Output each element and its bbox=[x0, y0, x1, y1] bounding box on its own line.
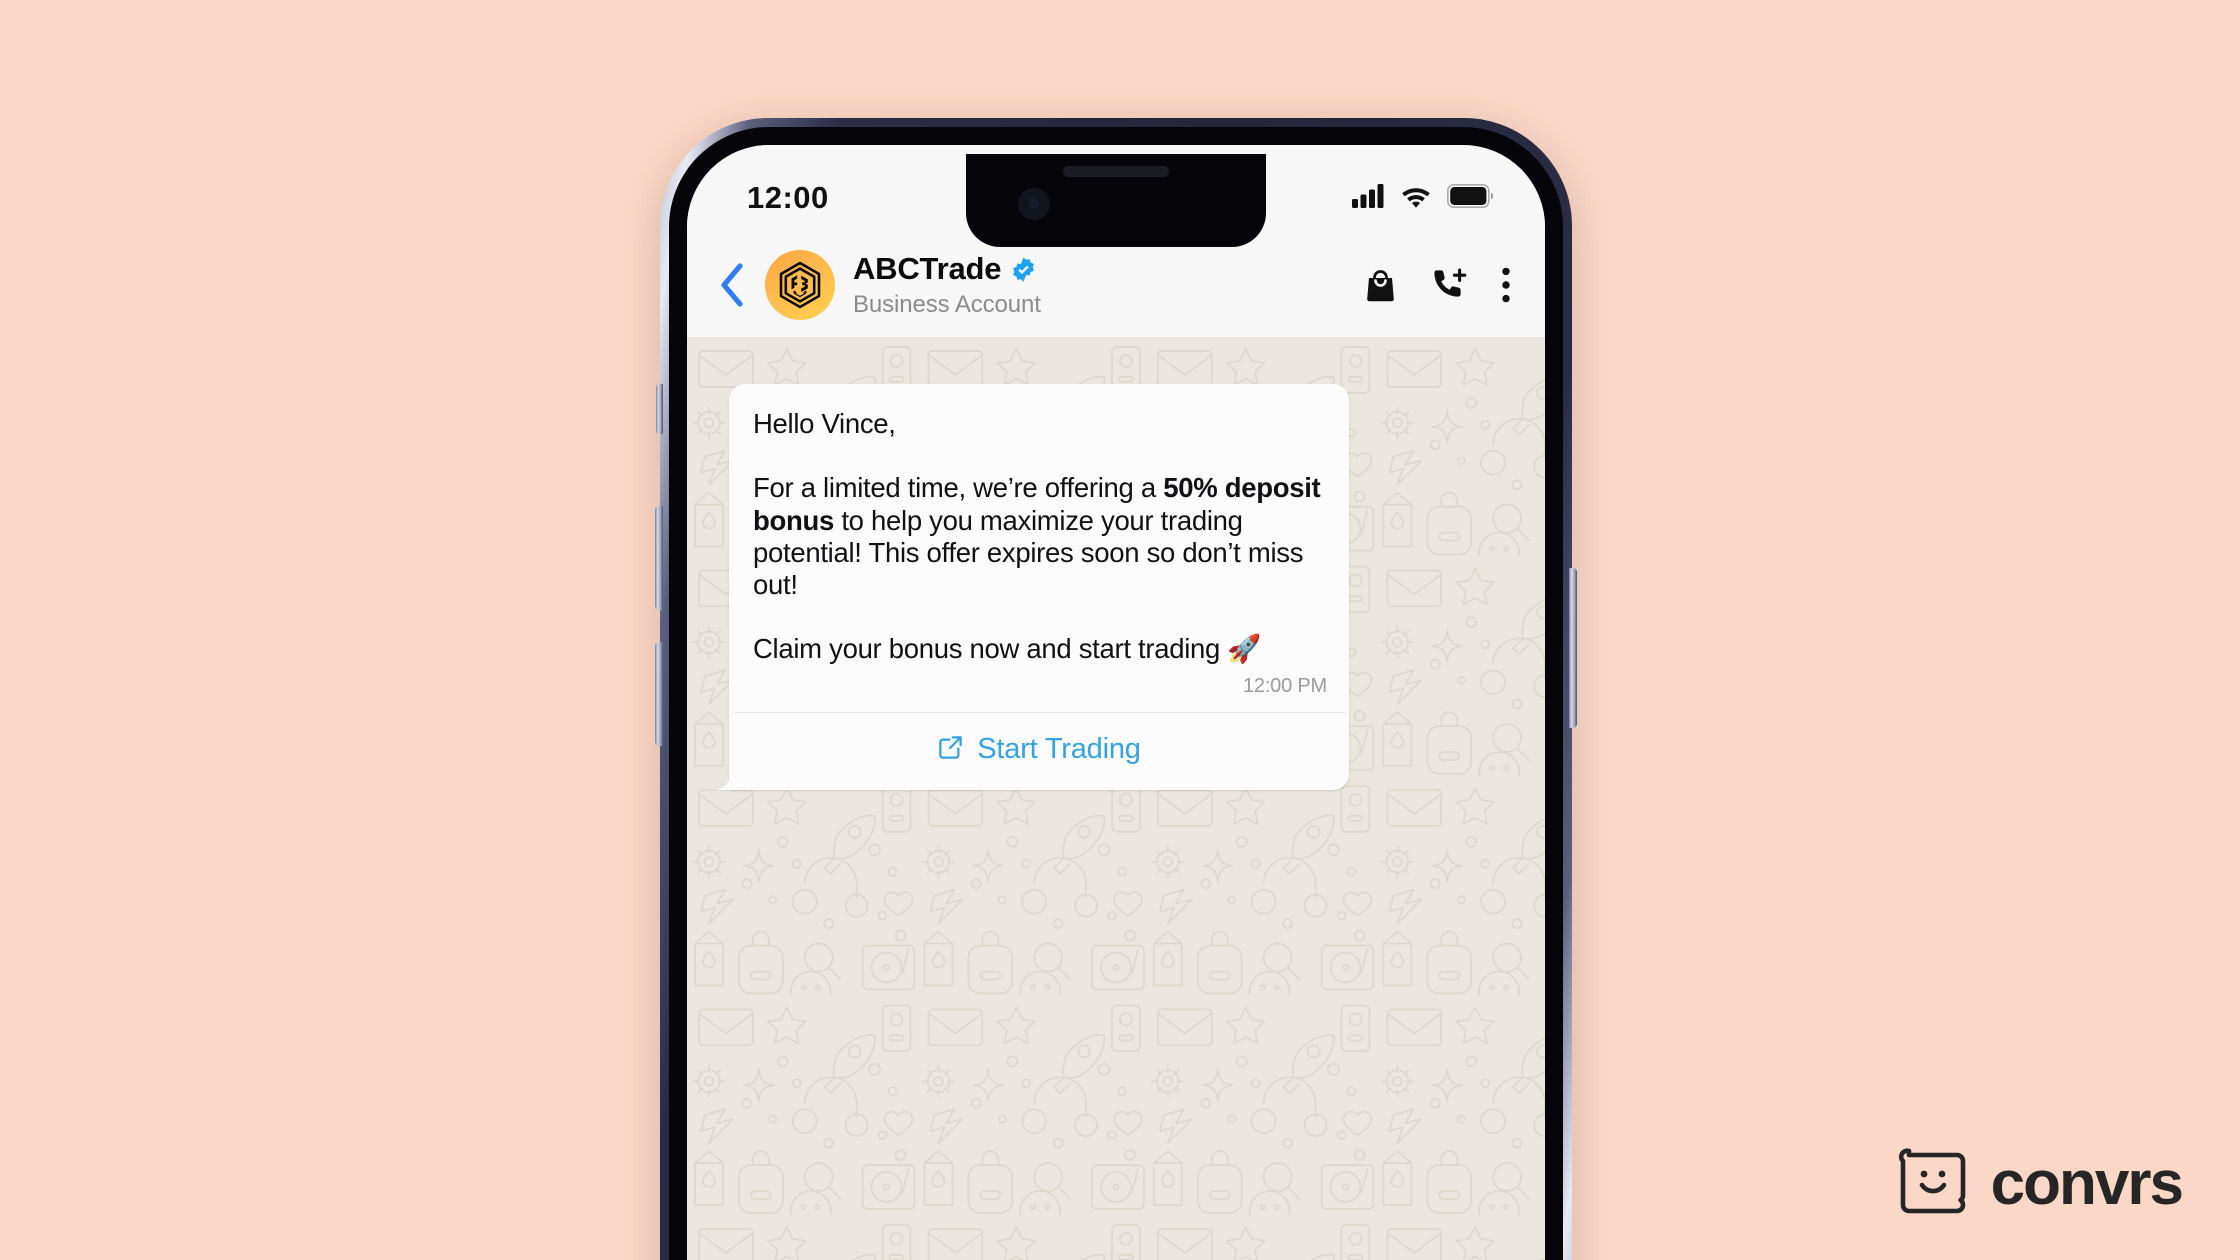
chat-header-actions bbox=[1364, 267, 1511, 303]
back-chevron-icon[interactable] bbox=[709, 262, 755, 308]
message-bubble-incoming: Hello Vince, For a limited time, we’re o… bbox=[714, 384, 1349, 791]
message-paragraph-1-pre: For a limited time, we’re offering a bbox=[753, 472, 1164, 504]
phone-screen: 12:00 ABCTrade Business Account Hello Vi… bbox=[687, 145, 1545, 1260]
phone-notch bbox=[966, 154, 1266, 247]
front-camera-icon bbox=[1018, 188, 1050, 220]
chat-message-area: Hello Vince, For a limited time, we’re o… bbox=[687, 337, 1545, 1260]
chat-contact-name: ABCTrade bbox=[853, 251, 1002, 286]
cellular-signal-icon bbox=[1352, 183, 1385, 213]
phone-volume-up-button[interactable] bbox=[655, 506, 663, 610]
phone-power-button[interactable] bbox=[1569, 568, 1577, 728]
chat-message: Hello Vince, For a limited time, we’re o… bbox=[714, 384, 1349, 791]
start-trading-button[interactable]: Start Trading bbox=[729, 713, 1349, 790]
convrs-watermark: convrs bbox=[1897, 1145, 2184, 1222]
message-paragraph-2: Claim your bonus now and start trading 🚀 bbox=[753, 633, 1262, 665]
battery-full-icon bbox=[1447, 183, 1493, 213]
overflow-menu-icon[interactable] bbox=[1501, 267, 1511, 303]
phone-mute-switch[interactable] bbox=[656, 384, 663, 434]
message-meta: 12:00 PM bbox=[729, 673, 1349, 712]
convrs-smiley-chat-icon bbox=[1897, 1145, 1969, 1222]
message-greeting: Hello Vince, bbox=[753, 408, 896, 439]
abctrade-logo-avatar[interactable] bbox=[765, 250, 835, 320]
message-paragraph-1-post: to help you maximize your trading potent… bbox=[753, 504, 1311, 600]
chat-contact-subtitle: Business Account bbox=[853, 291, 1041, 318]
wifi-icon bbox=[1400, 184, 1432, 213]
start-trading-label: Start Trading bbox=[977, 733, 1141, 766]
status-bar-time: 12:00 bbox=[747, 180, 829, 215]
chat-title-row: ABCTrade bbox=[853, 251, 1350, 287]
verified-badge-icon bbox=[1010, 256, 1037, 283]
chat-header-text: ABCTrade Business Account bbox=[853, 251, 1350, 319]
chat-header: ABCTrade Business Account bbox=[687, 233, 1545, 337]
status-bar-icons bbox=[1352, 183, 1493, 213]
phone-mockup: 12:00 ABCTrade Business Account Hello Vi… bbox=[655, 118, 1577, 1260]
call-add-icon[interactable] bbox=[1431, 268, 1467, 302]
message-body: Hello Vince, For a limited time, we’re o… bbox=[729, 384, 1349, 673]
shopping-bag-icon[interactable] bbox=[1364, 268, 1397, 302]
convrs-wordmark: convrs bbox=[1990, 1148, 2184, 1218]
message-timestamp: 12:00 PM bbox=[1242, 675, 1327, 698]
external-link-icon bbox=[937, 734, 964, 766]
bubble-tail-icon bbox=[714, 764, 730, 791]
earpiece-speaker-icon bbox=[1063, 166, 1169, 177]
message-text: Hello Vince, For a limited time, we’re o… bbox=[753, 408, 1327, 665]
phone-volume-down-button[interactable] bbox=[655, 642, 663, 746]
